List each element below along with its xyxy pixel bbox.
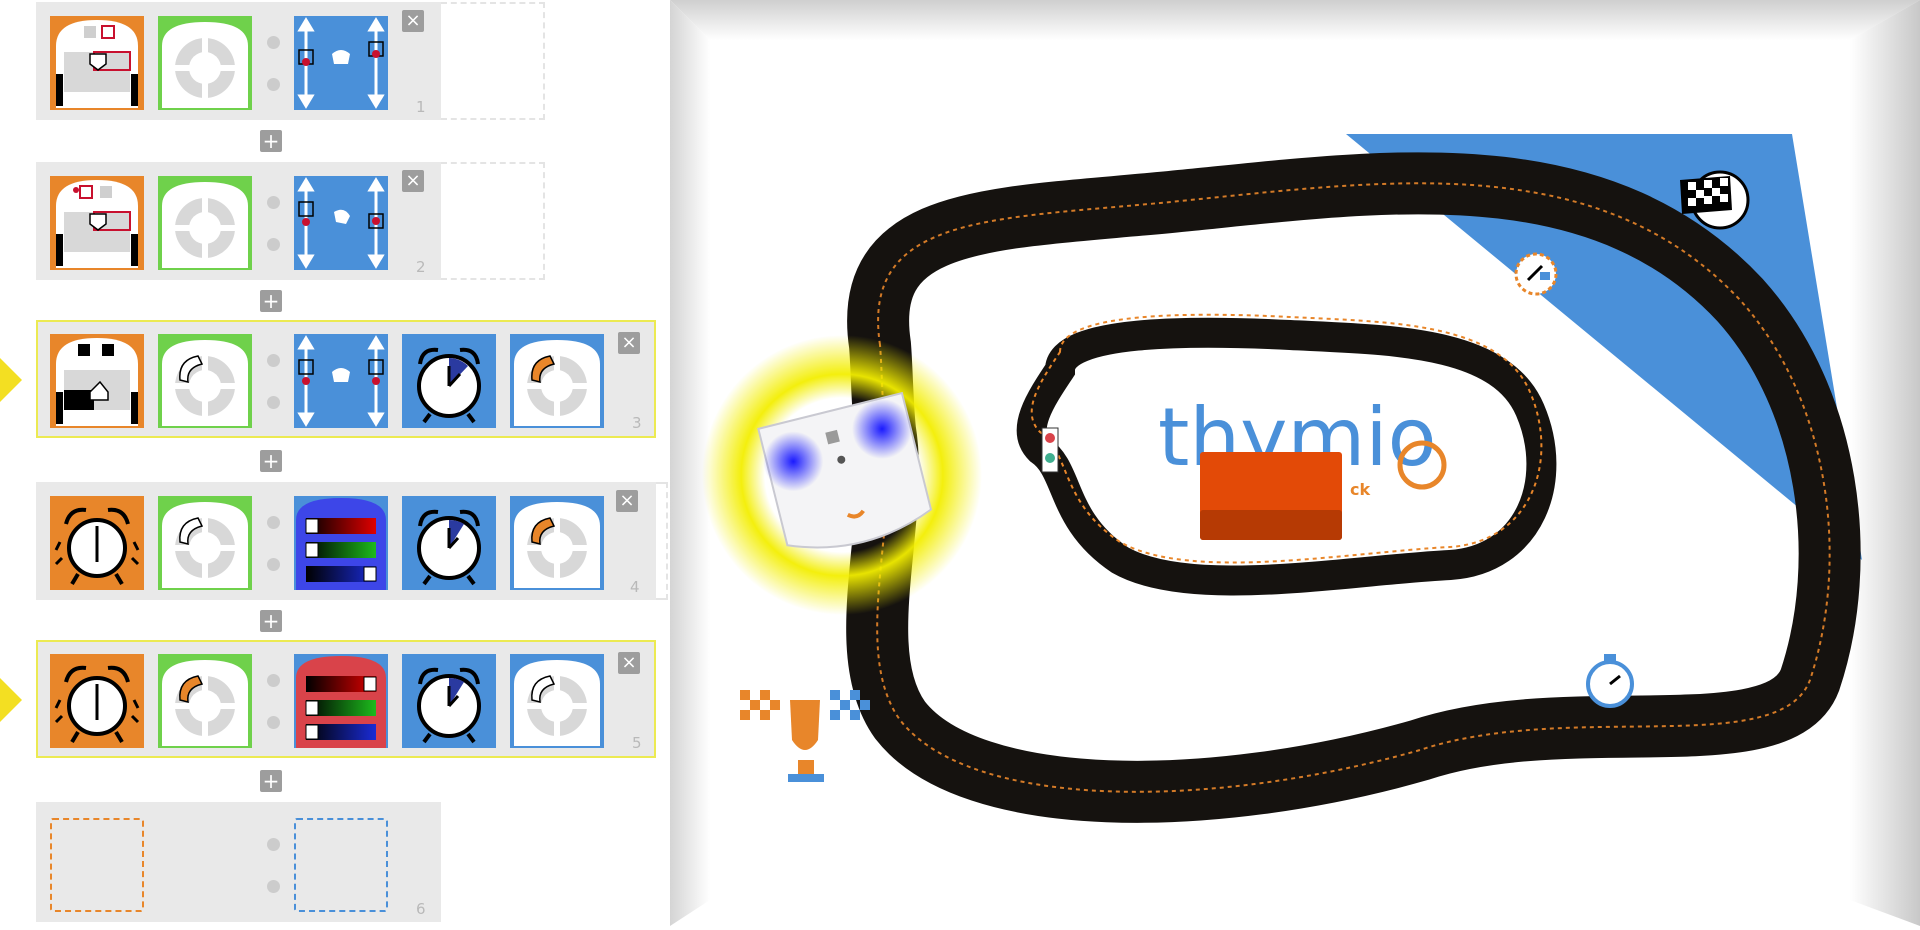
motors-action-card[interactable]	[294, 16, 388, 110]
remove-pair-button[interactable]: ×	[402, 10, 424, 32]
add-pair-button[interactable]: +	[260, 290, 282, 312]
execution-indicator-arrow	[0, 358, 22, 402]
button-event-card[interactable]	[158, 16, 252, 110]
set-state-action-card[interactable]	[510, 496, 604, 590]
speedometer-icon	[1514, 252, 1558, 296]
empty-action-slot[interactable]	[294, 818, 388, 912]
simulator-arena[interactable]: thymio ck	[670, 0, 1920, 926]
pair-number: 1	[416, 98, 426, 116]
remove-pair-button[interactable]: ×	[618, 652, 640, 674]
separator-dot	[267, 558, 280, 571]
event-action-pair-2: × 2	[36, 162, 441, 280]
remove-pair-button[interactable]: ×	[618, 332, 640, 354]
add-pair-button[interactable]: +	[260, 610, 282, 632]
color-top-action-card[interactable]	[294, 496, 388, 590]
event-action-pair-3: × 3	[36, 320, 656, 438]
separator-dot	[267, 716, 280, 729]
motors-action-card[interactable]	[294, 176, 388, 270]
separator-dot	[267, 36, 280, 49]
color-top-action-card[interactable]	[294, 654, 388, 748]
event-action-pair-1: × 1	[36, 2, 441, 120]
event-action-pair-6: 6	[36, 802, 441, 922]
ground-sensor-event-card[interactable]	[50, 334, 144, 428]
separator-dot	[267, 516, 280, 529]
separator-dot	[267, 674, 280, 687]
pair-number: 3	[632, 414, 642, 432]
separator-dot	[267, 880, 280, 893]
timer-action-card[interactable]	[402, 654, 496, 748]
event-action-pair-5: × 5	[36, 640, 656, 758]
timer-action-card[interactable]	[402, 334, 496, 428]
separator-dot	[267, 238, 280, 251]
separator-dot	[267, 838, 280, 851]
separator-dot	[267, 78, 280, 91]
remove-pair-button[interactable]: ×	[616, 490, 638, 512]
set-state-action-card[interactable]	[510, 334, 604, 428]
program-pane: × 1 + × 2 + × 3 + × 4 + × 5 + 6	[0, 0, 670, 926]
pair-number: 5	[632, 734, 642, 752]
add-pair-button[interactable]: +	[260, 770, 282, 792]
event-action-pair-4: × 4	[36, 482, 656, 600]
button-event-card[interactable]	[158, 496, 252, 590]
logo-subtext: ck	[1350, 480, 1370, 499]
timer-event-card[interactable]	[50, 496, 144, 590]
traffic-light-icon	[1041, 427, 1059, 473]
execution-indicator-arrow	[0, 678, 22, 722]
pair-number: 4	[630, 578, 640, 596]
button-event-card[interactable]	[158, 334, 252, 428]
button-event-card[interactable]	[158, 176, 252, 270]
add-pair-button[interactable]: +	[260, 130, 282, 152]
empty-event-slot[interactable]	[50, 818, 144, 912]
empty-action-slot[interactable]	[656, 482, 668, 600]
motors-action-card[interactable]	[294, 334, 388, 428]
separator-dot	[267, 196, 280, 209]
ground-sensor-event-card[interactable]	[50, 176, 144, 270]
ground-sensor-event-card[interactable]	[50, 16, 144, 110]
pair-number: 2	[416, 258, 426, 276]
pair-number: 6	[416, 900, 426, 918]
timer-event-card[interactable]	[50, 654, 144, 748]
empty-action-slot[interactable]	[441, 2, 545, 120]
timer-action-card[interactable]	[402, 496, 496, 590]
empty-action-slot[interactable]	[441, 162, 545, 280]
remove-pair-button[interactable]: ×	[402, 170, 424, 192]
set-state-action-card[interactable]	[510, 654, 604, 748]
button-event-card[interactable]	[158, 654, 252, 748]
separator-dot	[267, 396, 280, 409]
add-pair-button[interactable]: +	[260, 450, 282, 472]
separator-dot	[267, 354, 280, 367]
